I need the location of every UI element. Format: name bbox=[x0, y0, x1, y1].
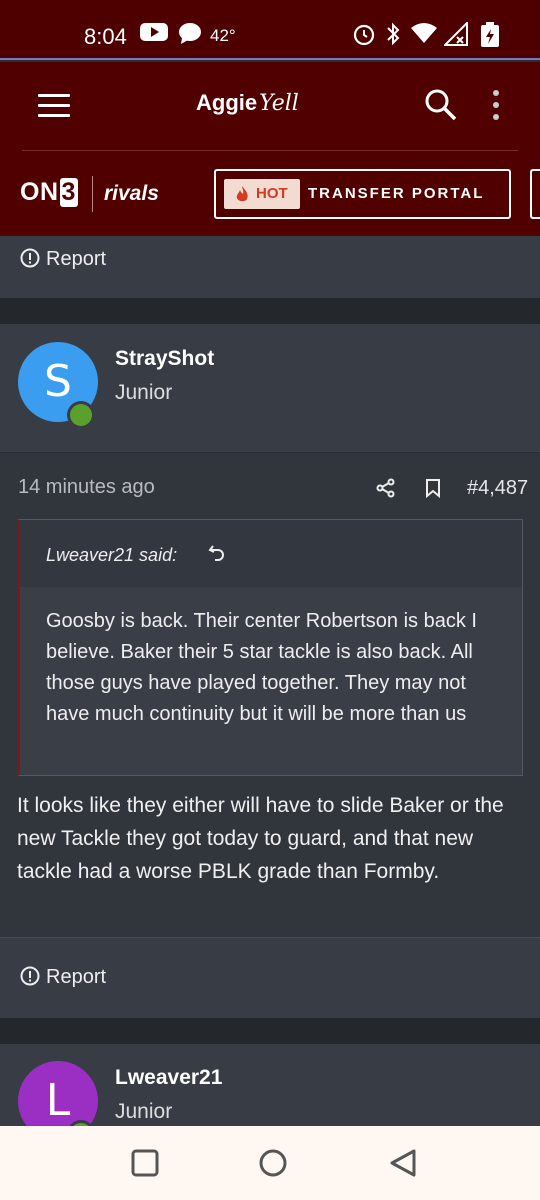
wifi-icon bbox=[411, 23, 437, 43]
quote-author: Lweaver21 said: bbox=[46, 545, 178, 565]
on3-logo[interactable]: ON 3 bbox=[20, 178, 78, 207]
post-author-block: S StrayShot Junior bbox=[0, 324, 540, 452]
transfer-portal-label: TRANSFER PORTAL bbox=[308, 185, 485, 202]
more-options-icon[interactable] bbox=[493, 90, 501, 126]
quote-text: Goosby is back. Their center Robertson i… bbox=[46, 610, 477, 725]
quote-block: Lweaver21 said: Goosby is back. Their ce… bbox=[17, 519, 523, 776]
username[interactable]: StrayShot bbox=[115, 347, 214, 371]
app-header: AggieYell ON 3 rivals HOT TRANSFER PORTAL bbox=[0, 62, 540, 236]
alert-icon bbox=[20, 248, 40, 268]
menu-icon[interactable] bbox=[38, 94, 70, 118]
status-time: 8:04 bbox=[84, 24, 127, 49]
alarm-icon bbox=[353, 24, 375, 46]
post-footer: Report bbox=[0, 938, 540, 1018]
previous-post-footer: Report bbox=[0, 236, 540, 298]
system-nav-bar bbox=[0, 1126, 540, 1200]
site-logo[interactable]: AggieYell bbox=[196, 90, 299, 116]
transfer-portal-button[interactable]: HOT TRANSFER PORTAL bbox=[214, 169, 511, 219]
post-gap bbox=[0, 1018, 540, 1044]
avatar[interactable]: L bbox=[18, 1061, 98, 1126]
jump-to-quote-icon[interactable] bbox=[208, 544, 226, 562]
username[interactable]: Lweaver21 bbox=[115, 1066, 222, 1090]
post-body: It looks like they either will have to s… bbox=[17, 794, 504, 883]
bookmark-icon[interactable] bbox=[424, 478, 442, 498]
bluetooth-icon bbox=[387, 22, 400, 46]
online-status-icon bbox=[67, 401, 95, 429]
post-gap bbox=[0, 298, 540, 324]
user-rank: Junior bbox=[115, 1100, 173, 1123]
user-rank: Junior bbox=[115, 381, 173, 404]
alert-icon bbox=[20, 966, 40, 986]
report-link[interactable]: Report bbox=[20, 966, 106, 989]
battery-icon bbox=[481, 22, 499, 47]
hot-badge: HOT bbox=[224, 179, 300, 209]
back-icon[interactable] bbox=[388, 1148, 418, 1178]
chat-icon bbox=[179, 23, 201, 44]
next-nav-pill[interactable] bbox=[530, 169, 540, 219]
post-number[interactable]: #4,487 bbox=[467, 477, 528, 500]
post-author-block: L Lweaver21 Junior bbox=[0, 1044, 540, 1126]
status-temperature: 42° bbox=[210, 26, 236, 45]
post: 14 minutes ago #4,487 Lweaver21 said: Go… bbox=[0, 452, 540, 938]
search-icon[interactable] bbox=[424, 88, 458, 122]
signal-icon bbox=[444, 22, 468, 46]
flame-icon bbox=[236, 186, 248, 202]
recent-apps-icon[interactable] bbox=[130, 1148, 160, 1178]
post-time[interactable]: 14 minutes ago bbox=[18, 476, 155, 499]
youtube-icon bbox=[140, 23, 168, 41]
share-icon[interactable] bbox=[376, 478, 396, 498]
home-icon[interactable] bbox=[258, 1148, 288, 1178]
quote-header[interactable]: Lweaver21 said: bbox=[20, 520, 522, 587]
status-bar: 8:04 42° bbox=[0, 0, 540, 60]
report-link[interactable]: Report bbox=[20, 248, 106, 271]
logo-separator bbox=[92, 176, 93, 212]
header-divider bbox=[22, 150, 518, 151]
rivals-logo[interactable]: rivals bbox=[104, 182, 159, 206]
